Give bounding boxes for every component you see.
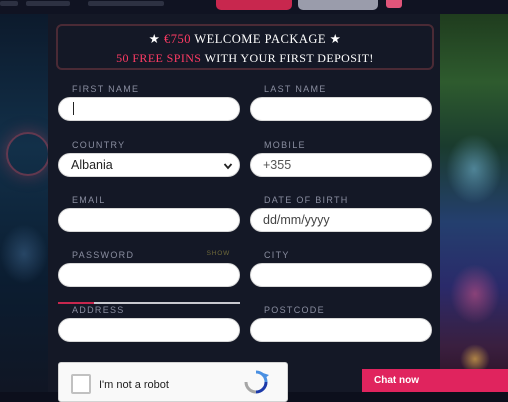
- mobile-input[interactable]: [250, 153, 432, 177]
- password-input[interactable]: [58, 263, 240, 287]
- password-group: PASSWORD SHOW: [58, 250, 240, 287]
- postcode-label: POSTCODE: [264, 305, 325, 315]
- chat-now-button[interactable]: Chat now: [362, 369, 508, 392]
- first-name-group: FIRST NAME: [58, 84, 240, 121]
- registration-panel: ★ €750 WELCOME PACKAGE ★ 50 FREE SPINS W…: [48, 14, 440, 392]
- password-strength-fill: [58, 302, 95, 304]
- background-glow: [446, 134, 502, 204]
- address-group: ADDRESS: [58, 305, 240, 342]
- country-label: COUNTRY: [72, 140, 126, 150]
- address-label: ADDRESS: [72, 305, 125, 315]
- login-button[interactable]: [298, 0, 378, 10]
- email-input[interactable]: [58, 208, 240, 232]
- password-strength-bar: [58, 302, 240, 304]
- dob-group: DATE OF BIRTH: [250, 195, 432, 232]
- chevron-down-icon: [223, 163, 233, 170]
- background-image-right: [440, 14, 508, 392]
- country-selected-value: Albania: [71, 158, 113, 172]
- postcode-input[interactable]: [250, 318, 432, 342]
- city-input[interactable]: [250, 263, 432, 287]
- postcode-group: POSTCODE: [250, 305, 432, 342]
- recaptcha-widget: I'm not a robot: [58, 362, 288, 402]
- background-glow: [0, 224, 48, 284]
- register-button[interactable]: [216, 0, 292, 10]
- first-name-label: FIRST NAME: [72, 84, 140, 94]
- star-icon: ★: [329, 32, 342, 46]
- background-image-left: [0, 14, 50, 392]
- recaptcha-checkbox[interactable]: [71, 374, 91, 394]
- star-icon: ★: [148, 32, 161, 46]
- country-group: COUNTRY Albania: [58, 140, 240, 177]
- dob-input[interactable]: [250, 208, 432, 232]
- text-cursor: [73, 102, 74, 115]
- first-name-input[interactable]: [58, 97, 240, 121]
- language-flag-icon[interactable]: [386, 0, 402, 8]
- nav-link[interactable]: [88, 1, 164, 6]
- background-glow: [6, 132, 50, 176]
- city-label: CITY: [264, 250, 290, 260]
- recaptcha-label: I'm not a robot: [99, 379, 169, 391]
- email-group: EMAIL: [58, 195, 240, 232]
- banner-line-1: ★ €750 WELCOME PACKAGE ★: [58, 31, 432, 47]
- nav-link[interactable]: [26, 1, 70, 6]
- bonus-amount: €750: [163, 32, 191, 46]
- address-input[interactable]: [58, 318, 240, 342]
- show-password-link[interactable]: SHOW: [207, 250, 230, 257]
- last-name-group: LAST NAME: [250, 84, 432, 121]
- email-label: EMAIL: [72, 195, 106, 205]
- banner-line-2: 50 FREE SPINS WITH YOUR FIRST DEPOSIT!: [58, 51, 432, 66]
- banner-subtitle: WITH YOUR FIRST DEPOSIT!: [204, 51, 374, 65]
- country-select[interactable]: Albania: [58, 153, 240, 177]
- city-group: CITY: [250, 250, 432, 287]
- mobile-group: MOBILE: [250, 140, 432, 177]
- last-name-input[interactable]: [250, 97, 432, 121]
- recaptcha-logo-icon: [244, 370, 269, 394]
- free-spins-highlight: 50 FREE SPINS: [116, 51, 202, 65]
- nav-link[interactable]: [0, 1, 18, 6]
- banner-title: WELCOME PACKAGE: [194, 32, 327, 46]
- background-glow: [450, 264, 500, 324]
- last-name-label: LAST NAME: [264, 84, 327, 94]
- dob-label: DATE OF BIRTH: [264, 195, 349, 205]
- mobile-label: MOBILE: [264, 140, 306, 150]
- welcome-banner: ★ €750 WELCOME PACKAGE ★ 50 FREE SPINS W…: [56, 24, 434, 70]
- top-navigation: [0, 0, 508, 14]
